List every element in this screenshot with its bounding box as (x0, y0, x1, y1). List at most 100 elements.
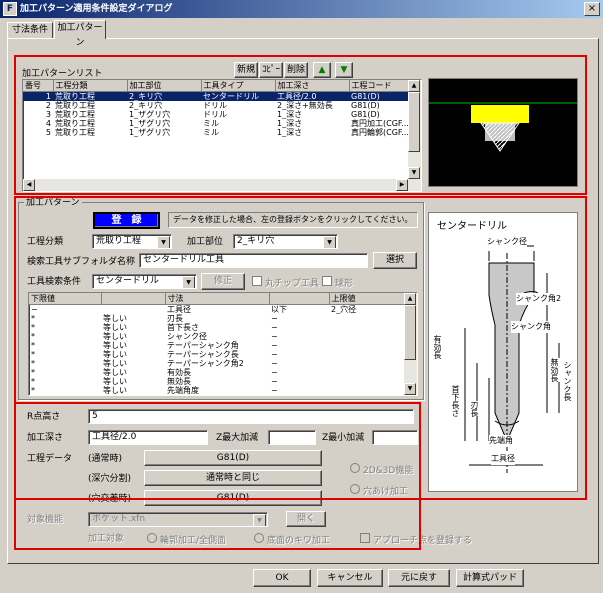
table-row[interactable]: * 等しい 有効長 − (29, 368, 405, 377)
z-min-field[interactable] (372, 430, 418, 445)
column-header[interactable]: 工程コード (349, 80, 409, 92)
table-cell (101, 304, 165, 314)
table-row[interactable]: * 等しい 首下長さ − (29, 323, 405, 332)
scroll-down-icon[interactable]: ▼ (404, 383, 416, 395)
table-row[interactable]: 2 荒取り工程 2_キリ穴 ドリル 2_深さ+無効長 G81(D) (23, 101, 408, 110)
column-header[interactable]: 番号 (23, 80, 54, 92)
new-button[interactable]: 新規 (234, 62, 258, 78)
table-cell: * (31, 376, 35, 386)
table-cell: 工具径 (167, 304, 191, 314)
table-cell: 荒取り工程 (53, 91, 127, 101)
option-2d3d-radio[interactable]: 2D&3D機能 (350, 463, 413, 477)
pattern-group-label: 加工パターン (24, 197, 82, 209)
deep-hole-button[interactable]: 通常時と同じ (144, 470, 322, 486)
column-header[interactable] (101, 293, 166, 305)
table-cell: 1_深さ (277, 127, 303, 137)
machining-part-select[interactable]: 2_キリ穴 ▼ (233, 234, 338, 249)
table-row[interactable]: * 等しい 無効長 − (29, 377, 405, 386)
table-row[interactable]: 5 荒取り工程 1_ザグリ穴 ミル 1_深さ 真円輪郭(CGF... (23, 128, 408, 137)
open-button[interactable]: 開く (286, 511, 326, 527)
target-function-select[interactable]: ポケット.xfn ▼ (88, 512, 268, 527)
table-row[interactable]: * 等しい 先端角度 − (29, 386, 405, 395)
scroll-thumb[interactable] (408, 92, 420, 152)
depth-field[interactable]: 工具径/2.0 (88, 430, 208, 445)
table-row[interactable]: 1 荒取り工程 2_キリ穴 センタードリル 工具径/2.0 G81(D) (23, 91, 408, 101)
vertical-scrollbar[interactable]: ▲ ▼ (408, 80, 421, 191)
column-header[interactable] (269, 293, 330, 305)
table-cell (329, 341, 405, 350)
select-button[interactable]: 選択 (373, 252, 417, 269)
neck-length-label: 首下長さ (449, 385, 461, 417)
table-cell: 等しい (103, 313, 127, 323)
option-hole-radio[interactable]: 穴あけ加工 (350, 484, 408, 498)
tab-dimension-conditions[interactable]: 寸法条件 (7, 22, 53, 39)
target-bottom-radio[interactable]: 底面のキワ加工 (254, 533, 330, 547)
copy-button[interactable]: ｺﾋﾟｰ (259, 62, 283, 78)
close-button[interactable]: × (584, 2, 600, 16)
radio-icon (147, 533, 157, 543)
table-cell: センタードリル (201, 91, 275, 101)
column-header[interactable]: 工程分類 (53, 80, 128, 92)
table-cell: 等しい (103, 331, 127, 341)
tab-machining-pattern[interactable]: 加工パターン (54, 20, 106, 48)
scroll-right-icon[interactable]: ▶ (396, 179, 408, 191)
pattern-list[interactable]: 番号 工程分類 加工部位 工具タイプ 加工深さ 工程コード 1 荒取り工程 2_… (22, 79, 422, 192)
shank-angle2-label: シャンク角2 (516, 293, 562, 305)
table-row[interactable]: * 等しい 刃長 − (29, 314, 405, 323)
delete-button[interactable]: 削除 (284, 62, 308, 78)
effective-length-label: 有効長 (431, 335, 443, 359)
table-row[interactable]: * 等しい シャンク径 − (29, 332, 405, 341)
table-cell: 真円加工(CGF... (351, 118, 408, 128)
condition-list[interactable]: 下限値 寸法 上限値 − 工具径 以下 2_穴径 * 等しい 刃長 − * 等しい 首下長さ − … (28, 292, 418, 396)
tool-search-select[interactable]: センタードリル ▼ (92, 274, 197, 289)
table-row[interactable]: * 等しい テーパーシャンク長 − (29, 350, 405, 359)
round-tip-checkbox[interactable]: 丸チップ工具 (252, 276, 319, 290)
target-contour-radio[interactable]: 輪郭加工/全側面 (147, 533, 226, 547)
table-row[interactable]: * 等しい テーパーシャンク角 − (29, 341, 405, 350)
r-height-field[interactable]: 5 (88, 409, 414, 424)
column-header[interactable]: 寸法 (165, 293, 270, 305)
table-cell: 2_キリ穴 (127, 91, 201, 101)
column-header[interactable]: 下限値 (29, 293, 102, 305)
subfolder-field[interactable]: センタードリル工具 (139, 253, 368, 268)
target-function-label: 対象機能 (27, 515, 64, 525)
normal-process-button[interactable]: G81(D) (144, 450, 322, 466)
horizontal-scrollbar[interactable]: ◀ ▶ (23, 179, 408, 191)
table-cell: 1 (23, 91, 53, 101)
z-max-field[interactable] (268, 430, 316, 445)
table-cell: 以下 (271, 304, 287, 314)
scroll-down-icon[interactable]: ▼ (408, 167, 420, 179)
scroll-up-icon[interactable]: ▲ (404, 293, 416, 305)
radio-icon (254, 533, 264, 543)
cancel-button[interactable]: キャンセル (317, 569, 383, 587)
vertical-scrollbar[interactable]: ▲ ▼ (404, 293, 417, 395)
modify-button[interactable]: 修正 (201, 273, 245, 290)
chevron-down-icon: ▼ (157, 236, 170, 248)
ok-button[interactable]: OK (253, 569, 311, 587)
move-up-icon[interactable]: ▲ (313, 62, 331, 78)
restore-button[interactable]: 元に戻す (388, 569, 450, 587)
move-down-icon[interactable]: ▼ (335, 62, 353, 78)
scroll-up-icon[interactable]: ▲ (408, 80, 420, 92)
column-header[interactable]: 加工部位 (127, 80, 202, 92)
column-header[interactable]: 上限値 (329, 293, 406, 305)
column-header[interactable]: 工具タイプ (201, 80, 276, 92)
process-class-select[interactable]: 荒取り工程 ▼ (92, 234, 172, 249)
table-cell: 荒取り工程 (55, 109, 95, 119)
scroll-left-icon[interactable]: ◀ (23, 179, 35, 191)
table-row[interactable]: − 工具径 以下 2_穴径 (29, 304, 405, 314)
calc-pad-button[interactable]: 計算式パッド (456, 569, 524, 587)
approach-checkbox[interactable]: アプローチ点を登録する (360, 533, 472, 547)
scroll-thumb[interactable] (404, 305, 416, 360)
table-row[interactable]: 4 荒取り工程 1_ザグリ穴 ミル 1_深さ 真円加工(CGF... (23, 119, 408, 128)
table-row[interactable]: 3 荒取り工程 1_ザグリ穴 ドリル 1_深さ G81(D) (23, 110, 408, 119)
option-hole-label: 穴あけ加工 (363, 487, 409, 497)
sphere-checkbox[interactable]: 球形 (322, 276, 353, 290)
column-header[interactable]: 加工深さ (275, 80, 350, 92)
table-row[interactable]: * 等しい テーパーシャンク角2 − (29, 359, 405, 368)
cross-hole-button[interactable]: G81(D) (144, 490, 322, 506)
register-button[interactable]: 登 録 (93, 212, 160, 229)
machining-part-label: 加工部位 (187, 237, 224, 247)
depth-label: 加工深さ (27, 433, 64, 443)
chevron-down-icon: ▼ (182, 276, 195, 288)
